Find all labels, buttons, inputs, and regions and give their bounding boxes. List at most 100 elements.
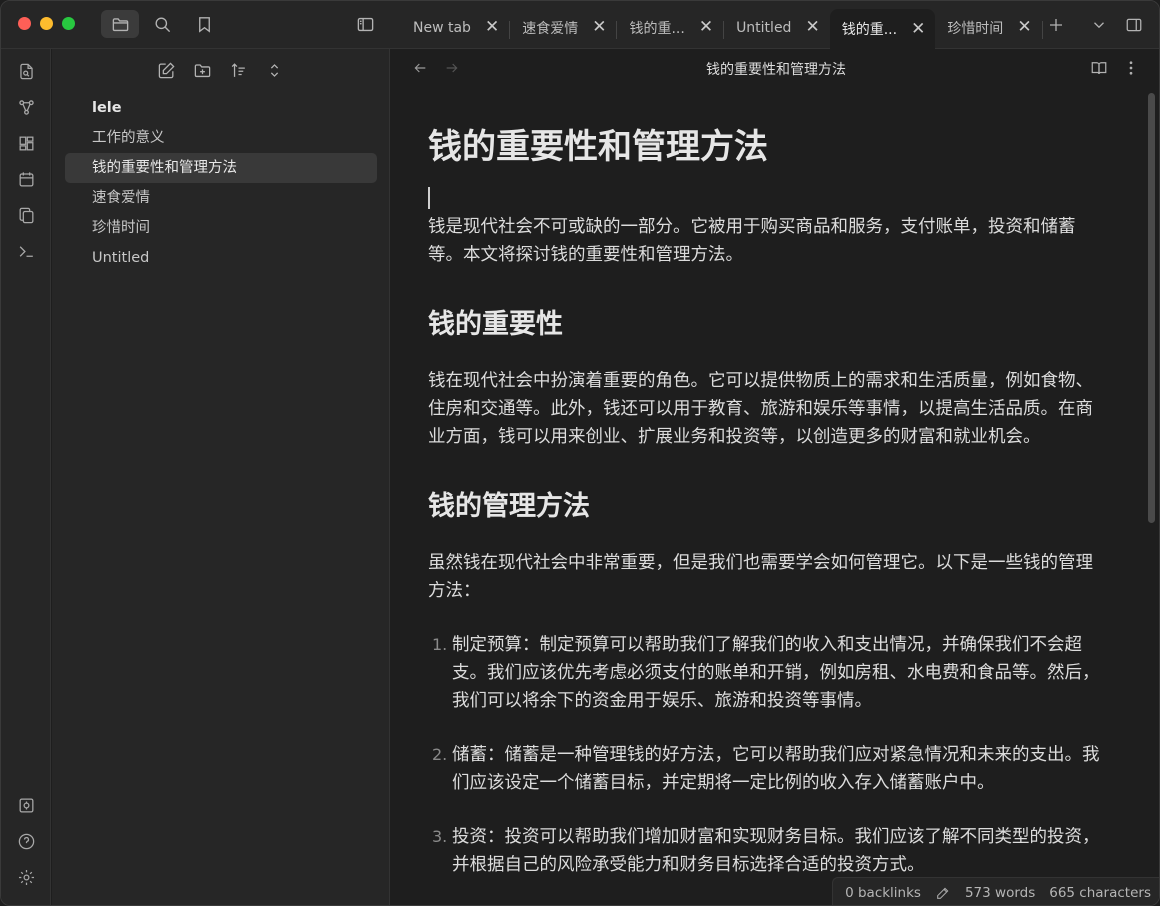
vault-name[interactable]: lele <box>65 93 377 123</box>
new-tab-button[interactable] <box>1044 13 1068 37</box>
ribbon <box>1 49 51 905</box>
close-icon[interactable]: ✕ <box>485 19 499 36</box>
list-item: 1. 制定预算：制定预算可以帮助我们了解我们的收入和支出情况，并确保我们不会超支… <box>428 631 1108 715</box>
toggle-right-sidebar-button[interactable] <box>1122 13 1146 37</box>
vault-switcher-button[interactable] <box>14 793 38 817</box>
terminal-icon <box>19 245 33 257</box>
backlinks-count[interactable]: 0 backlinks <box>845 885 921 901</box>
command-palette-button[interactable] <box>14 239 38 263</box>
file-search-icon <box>19 63 33 79</box>
note-content[interactable]: 钱的重要性和管理方法 钱是现代社会不可或缺的一部分。它被用于购买商品和服务，支付… <box>428 121 1108 905</box>
tab-label: New tab <box>413 19 471 36</box>
gear-icon <box>18 869 34 885</box>
search-icon <box>154 16 170 32</box>
list-number: 3. <box>432 827 448 846</box>
importance-paragraph: 钱在现代社会中扮演着重要的角色。它可以提供物质上的需求和生活质量，例如食物、住房… <box>428 371 1093 447</box>
view-header-title[interactable]: 钱的重要性和管理方法 <box>391 59 1159 79</box>
reading-view-button[interactable] <box>1088 57 1110 79</box>
note-heading-1: 钱的重要性和管理方法 <box>428 127 768 167</box>
app-window: New tab ✕ 速食爱情 ✕ 钱的重... ✕ Untitled ✕ 钱的重… <box>0 0 1160 906</box>
tab-list-button[interactable] <box>1087 13 1111 37</box>
tab-untitled[interactable]: Untitled ✕ <box>724 11 830 44</box>
management-list: 1. 制定预算：制定预算可以帮助我们了解我们的收入和支出情况，并确保我们不会超支… <box>428 631 1108 879</box>
folder-plus-icon <box>194 63 210 77</box>
editor-pane: 钱的重要性和管理方法 钱的重要性和管理方法 钱是现代社会不可或缺的一部分。它被用… <box>391 49 1159 905</box>
tab-label: 珍惜时间 <box>947 20 1004 37</box>
close-icon[interactable]: ✕ <box>699 19 713 36</box>
tab-money-importance-active[interactable]: 钱的重... ✕ <box>829 9 936 49</box>
close-icon[interactable]: ✕ <box>805 19 819 36</box>
editor-scrollbar[interactable] <box>1148 93 1155 523</box>
quick-switcher-button[interactable] <box>14 59 38 83</box>
tab-bar: New tab ✕ 速食爱情 ✕ 钱的重... ✕ Untitled ✕ 钱的重… <box>401 9 1043 49</box>
character-count: 665 characters <box>1049 884 1151 901</box>
new-note-button[interactable] <box>154 58 178 82</box>
close-icon[interactable]: ✕ <box>911 20 925 38</box>
help-button[interactable] <box>14 829 38 853</box>
close-icon[interactable]: ✕ <box>592 19 606 36</box>
tab-label: 钱的重... <box>841 22 898 38</box>
more-vertical-icon <box>1129 61 1133 75</box>
chevron-down-icon <box>1094 22 1104 29</box>
section-heading-importance: 钱的重要性 <box>428 309 563 340</box>
tab-label: Untitled <box>736 19 792 36</box>
management-paragraph: 虽然钱在现代社会中非常重要，但是我们也需要学会如何管理它。以下是一些钱的管理方法… <box>428 553 1093 601</box>
list-item: 2. 储蓄：储蓄是一种管理钱的好方法，它可以帮助我们应对紧急情况和未来的支出。我… <box>428 741 1108 797</box>
canvas-button[interactable] <box>14 131 38 155</box>
file-item[interactable]: 工作的意义 <box>65 123 377 153</box>
file-item[interactable]: 珍惜时间 <box>65 213 377 243</box>
list-item-text: 储蓄：储蓄是一种管理钱的好方法，它可以帮助我们应对紧急情况和未来的支出。我们应该… <box>452 745 1100 793</box>
graph-view-button[interactable] <box>14 95 38 119</box>
file-item[interactable]: 速食爱情 <box>65 183 377 213</box>
bookmark-icon <box>198 16 210 33</box>
close-window-button[interactable] <box>18 17 31 30</box>
list-item: 3. 投资：投资可以帮助我们增加财富和实现财务目标。我们应该了解不同类型的投资，… <box>428 823 1108 879</box>
sort-button[interactable] <box>226 58 250 82</box>
text-cursor <box>428 187 430 209</box>
minimize-window-button[interactable] <box>40 17 53 30</box>
file-explorer-toolbar <box>154 58 286 82</box>
daily-note-button[interactable] <box>14 167 38 191</box>
edit-icon <box>158 61 175 78</box>
file-item[interactable]: Untitled <box>65 243 377 273</box>
list-item-text: 投资：投资可以帮助我们增加财富和实现财务目标。我们应该了解不同类型的投资，并根据… <box>452 827 1100 875</box>
calendar-icon <box>19 171 33 186</box>
tab-money-importance-1[interactable]: 钱的重... ✕ <box>617 11 723 44</box>
file-explorer-sidebar: lele 工作的意义 钱的重要性和管理方法 速食爱情 珍惜时间 Untitled <box>52 49 390 905</box>
status-bar: 0 backlinks 573 words 665 characters <box>832 877 1159 905</box>
tab-fast-food-love[interactable]: 速食爱情 ✕ <box>510 11 616 44</box>
vault-icon <box>19 798 33 812</box>
list-number: 2. <box>432 745 448 764</box>
bookmarks-button[interactable] <box>185 10 223 38</box>
tab-cherish-time[interactable]: 珍惜时间 ✕ <box>935 11 1041 44</box>
collapse-all-button[interactable] <box>262 58 286 82</box>
tab-label: 钱的重... <box>629 20 685 37</box>
close-icon[interactable]: ✕ <box>1017 19 1031 36</box>
layout-grid-icon <box>19 136 33 150</box>
plus-icon <box>1050 19 1062 31</box>
search-button[interactable] <box>143 10 181 38</box>
more-options-button[interactable] <box>1120 57 1142 79</box>
list-item-text: 制定预算：制定预算可以帮助我们了解我们的收入和支出情况，并确保我们不会超支。我们… <box>452 635 1100 711</box>
copy-icon <box>19 207 33 223</box>
templates-button[interactable] <box>14 203 38 227</box>
settings-button[interactable] <box>14 865 38 889</box>
toggle-left-sidebar-button[interactable] <box>346 10 384 38</box>
intro-paragraph: 钱是现代社会不可或缺的一部分。它被用于购买商品和服务，支付账单，投资和储蓄等。本… <box>428 217 1076 265</box>
tab-label: 速食爱情 <box>522 20 579 37</box>
word-count: 573 words <box>964 884 1036 901</box>
title-bar: New tab ✕ 速食爱情 ✕ 钱的重... ✕ Untitled ✕ 钱的重… <box>1 1 1159 49</box>
file-explorer-button[interactable] <box>101 10 139 38</box>
file-item-active[interactable]: 钱的重要性和管理方法 <box>65 153 377 183</box>
help-icon <box>18 833 34 849</box>
book-open-icon <box>1091 62 1107 75</box>
sidebar-right-icon <box>1126 18 1142 32</box>
sidebar-left-icon <box>357 17 373 31</box>
chevrons-up-down-icon <box>270 63 278 77</box>
folder-icon <box>112 17 128 31</box>
new-folder-button[interactable] <box>190 58 214 82</box>
list-number: 1. <box>432 635 448 654</box>
tab-new-tab[interactable]: New tab ✕ <box>401 11 509 44</box>
maximize-window-button[interactable] <box>62 17 75 30</box>
pencil-icon[interactable] <box>935 885 951 901</box>
